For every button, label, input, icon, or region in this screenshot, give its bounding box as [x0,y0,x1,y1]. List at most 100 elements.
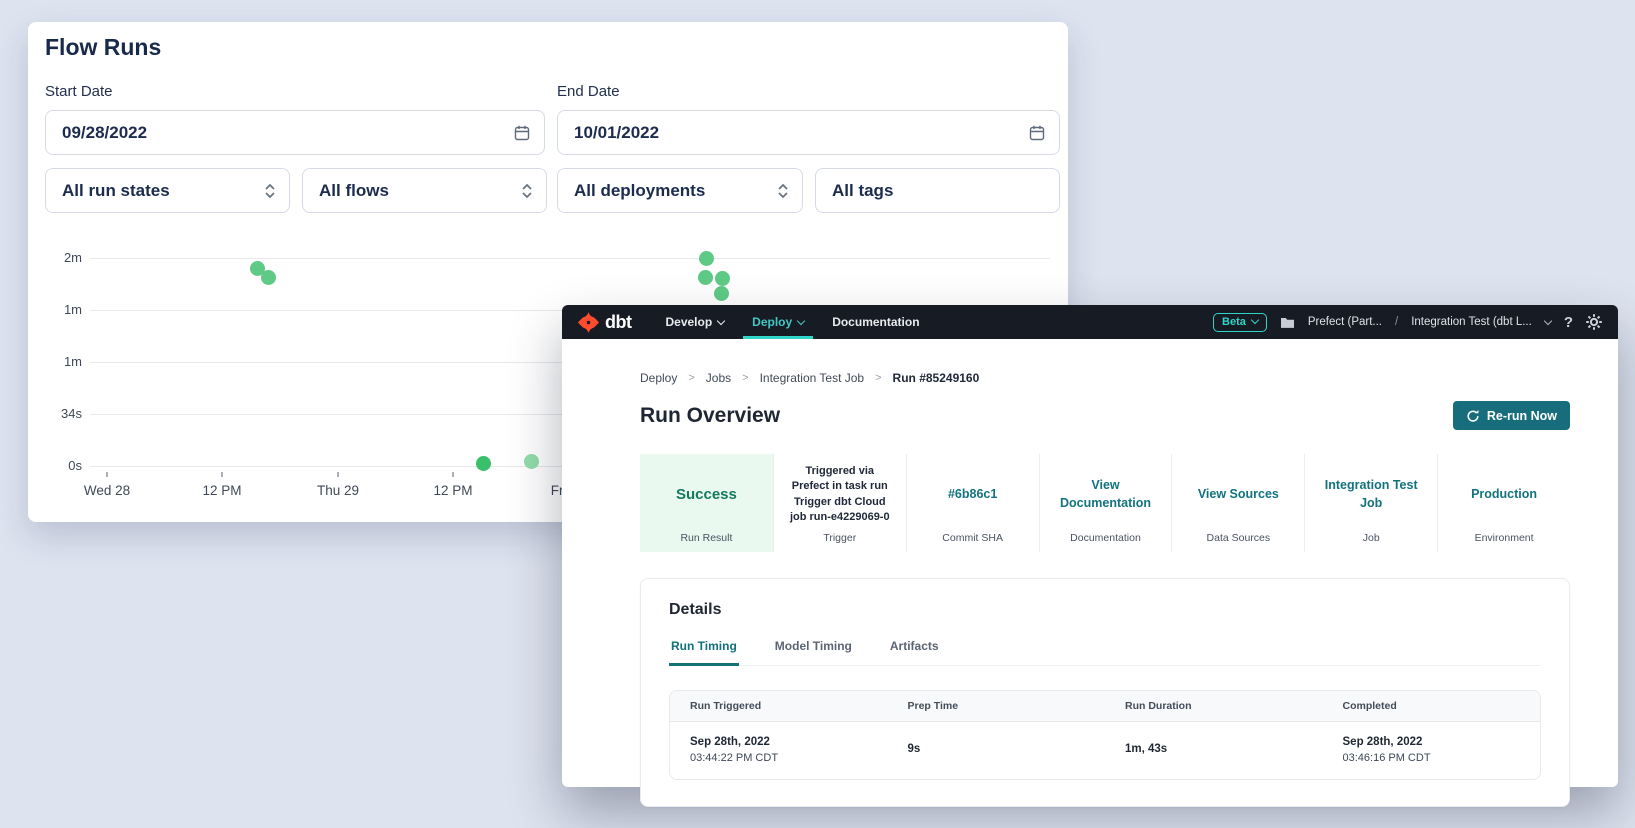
x-axis-label: Wed 28 [84,483,130,498]
help-icon[interactable]: ? [1564,314,1573,331]
breadcrumb-item[interactable]: Deploy [640,371,677,385]
gear-icon[interactable] [1586,314,1602,330]
table-header-cell: Completed [1323,691,1541,721]
table-cell-main: Sep 28th, 2022 [690,734,868,751]
breadcrumb-separator: > [688,372,694,384]
y-axis-label: 1m [28,302,82,317]
x-axis-tick [337,472,339,477]
breadcrumb-separator: > [875,372,881,384]
nav-link-label: Develop [665,315,712,329]
scatter-point[interactable] [699,251,714,266]
navbar-right: Beta Prefect (Part... / Integration Test… [1213,313,1602,332]
scatter-point[interactable] [476,456,491,471]
summary-card-data-sources: View SourcesData Sources [1171,454,1304,552]
nav-link-documentation[interactable]: Documentation [832,305,919,339]
project-name[interactable]: Prefect (Part... [1308,316,1382,328]
summary-card-documentation: View DocumentationDocumentation [1039,454,1172,552]
y-axis-label: 1m [28,354,82,369]
title-row: Run Overview Re-run Now [640,401,1570,430]
summary-card-commit-sha: #6b86c1Commit SHA [906,454,1039,552]
chevron-down-icon [717,316,725,324]
beta-label: Beta [1222,316,1246,328]
scatter-point[interactable] [698,270,713,285]
card-label: Environment [1444,526,1564,544]
tab-artifacts[interactable]: Artifacts [888,639,941,665]
dbt-brand-text: dbt [605,312,631,333]
rerun-now-button[interactable]: Re-run Now [1453,401,1570,430]
card-value[interactable]: Production [1444,464,1564,526]
chevron-down-icon [1251,316,1259,324]
table-header-cell: Run Triggered [670,691,888,721]
details-card: Details Run TimingModel TimingArtifacts … [640,578,1570,807]
breadcrumb-separator: > [742,372,748,384]
scatter-point[interactable] [715,271,730,286]
table-cell-sub: 03:46:16 PM CDT [1343,751,1521,766]
y-axis-label: 0s [28,458,82,473]
x-axis-label: Thu 29 [317,483,359,498]
tab-run-timing[interactable]: Run Timing [669,639,739,666]
breadcrumb-item[interactable]: Run #85249160 [893,371,980,385]
x-axis-label: 12 PM [433,483,472,498]
card-label: Commit SHA [913,526,1033,544]
card-label: Run Result [646,526,767,544]
breadcrumb: Deploy > Jobs > Integration Test Job > Run #85… [640,371,1570,385]
card-label: Job [1311,526,1431,544]
dbt-window: dbt Develop Deploy Documentation Beta Pref… [562,305,1618,787]
desktop-background: Flow Runs Start Date End Date 09/28/2022… [0,0,1635,828]
nav-links: Develop Deploy Documentation [665,305,919,339]
folder-icon [1280,316,1295,329]
x-axis-tick [452,472,454,477]
card-value: Success [646,464,767,526]
rerun-now-label: Re-run Now [1487,409,1557,423]
table-header-row: Run TriggeredPrep TimeRun DurationComple… [670,691,1540,722]
beta-badge[interactable]: Beta [1213,313,1267,332]
table-cell-sub: 03:44:22 PM CDT [690,751,868,766]
card-label: Data Sources [1178,526,1298,544]
table-row: Sep 28th, 202203:44:22 PM CDT 9s 1m, 43s Se… [670,722,1540,779]
chevron-down-icon [797,316,805,324]
breadcrumb-item[interactable]: Jobs [706,371,731,385]
card-value[interactable]: View Documentation [1046,464,1166,526]
run-overview-title: Run Overview [640,404,780,428]
table-header-cell: Prep Time [888,691,1106,721]
card-value[interactable]: View Sources [1178,464,1298,526]
x-axis-tick [221,472,223,477]
breadcrumb-item[interactable]: Integration Test Job [760,371,865,385]
dbt-logo[interactable]: dbt [578,312,631,333]
card-value[interactable]: Integration Test Job [1311,464,1431,526]
table-cell: Sep 28th, 202203:46:16 PM CDT [1323,722,1541,779]
details-tabs: Run Timing Model Timing Artifacts [669,639,1541,666]
scatter-point[interactable] [524,454,539,469]
card-value[interactable]: #6b86c1 [913,464,1033,526]
table-cell: 9s [888,722,1106,779]
scatter-point[interactable] [261,270,276,285]
table-body: Sep 28th, 202203:44:22 PM CDT 9s 1m, 43s Se… [670,722,1540,779]
scatter-point[interactable] [714,286,729,301]
breadcrumb-separator: / [1395,316,1398,328]
summary-card-job: Integration Test JobJob [1304,454,1437,552]
table-header-cell: Run Duration [1105,691,1323,721]
nav-link-label: Documentation [832,315,919,329]
summary-card-run-result: SuccessRun Result [640,454,773,552]
dbt-content: Deploy > Jobs > Integration Test Job > Run #85… [562,339,1618,807]
table-cell-main: 9s [908,741,1086,758]
card-label: Trigger [780,526,900,544]
tab-model-timing[interactable]: Model Timing [773,639,854,665]
details-heading: Details [669,601,1541,619]
table-cell: Sep 28th, 202203:44:22 PM CDT [670,722,888,779]
dbt-logo-icon [578,312,599,333]
nav-link-develop[interactable]: Develop [665,305,724,339]
nav-link-label: Deploy [752,315,792,329]
nav-link-deploy[interactable]: Deploy [752,305,804,339]
table-cell: 1m, 43s [1105,722,1323,779]
chevron-down-icon[interactable] [1544,316,1552,324]
gridline [90,258,1050,259]
table-cell-main: 1m, 43s [1125,741,1303,758]
dbt-navbar: dbt Develop Deploy Documentation Beta Pref… [562,305,1618,339]
run-timing-table: Run TriggeredPrep TimeRun DurationComple… [669,690,1541,780]
y-axis-label: 2m [28,250,82,265]
environment-name[interactable]: Integration Test (dbt L... [1411,316,1532,328]
card-label: Documentation [1046,526,1166,544]
refresh-icon [1466,409,1480,423]
x-axis-tick [106,472,108,477]
